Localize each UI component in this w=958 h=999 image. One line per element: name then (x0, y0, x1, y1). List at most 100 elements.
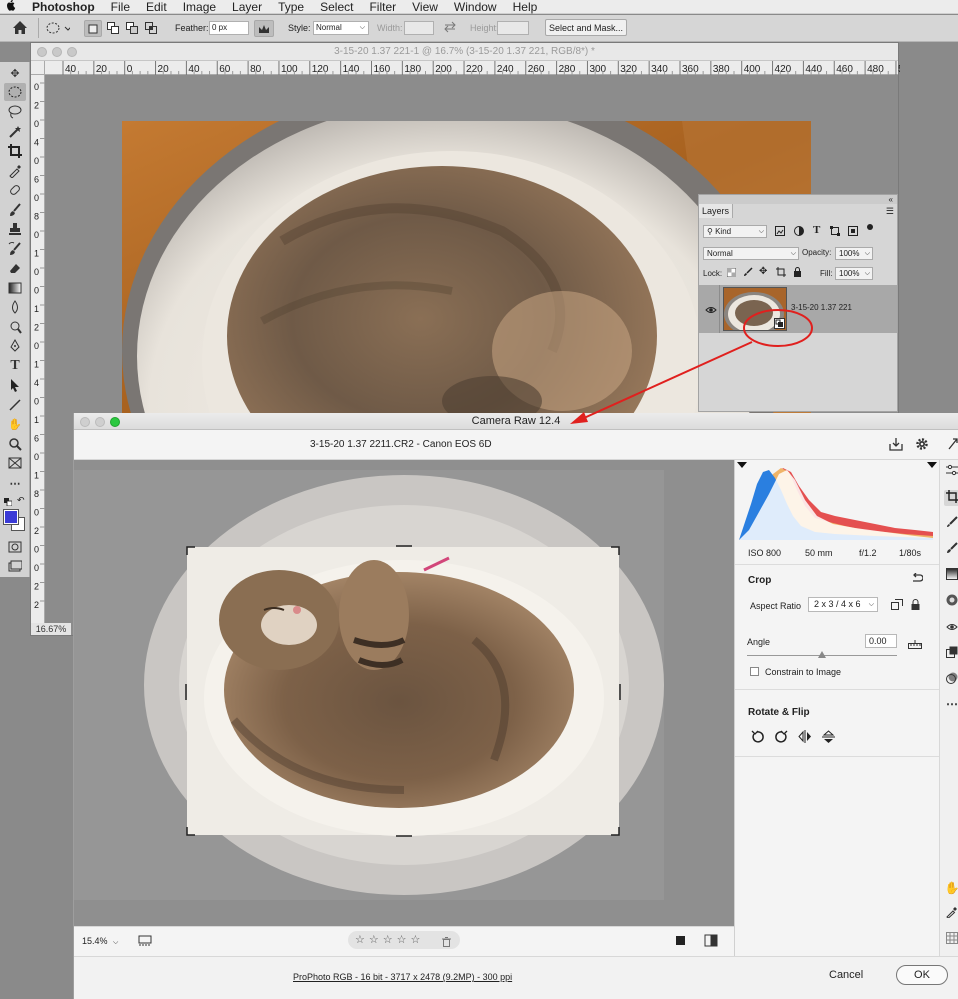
angle-input[interactable]: 0.00 (865, 634, 897, 648)
ruler-origin[interactable] (31, 61, 45, 75)
gradient-tool-icon[interactable] (4, 279, 26, 297)
collapse-panel-icon[interactable]: « (889, 195, 893, 204)
lock-icon[interactable] (911, 599, 920, 613)
add-selection-icon[interactable] (107, 22, 120, 37)
screen-mode-icon[interactable] (4, 557, 26, 575)
eyedropper-tool-icon[interactable] (4, 162, 26, 180)
ok-button[interactable]: OK (896, 965, 948, 985)
swap-dimensions-icon[interactable] (443, 21, 457, 35)
hand-tool-icon[interactable]: ✋ (944, 880, 958, 896)
zoom-tool-icon[interactable] (4, 435, 26, 453)
rotate-left-icon[interactable] (751, 730, 764, 746)
workflow-options-link[interactable]: ProPhoto RGB - 16 bit - 3717 x 2478 (9.2… (293, 972, 512, 982)
new-selection-button[interactable] (84, 20, 102, 37)
path-selection-tool-icon[interactable] (4, 376, 26, 394)
quick-mask-icon[interactable] (4, 538, 26, 556)
magic-wand-tool-icon[interactable] (4, 123, 26, 141)
lock-all-icon[interactable] (793, 267, 802, 280)
star-icon[interactable]: ☆ (383, 934, 397, 946)
swap-colors-icon[interactable]: ↶ (17, 495, 25, 506)
lock-transparent-icon[interactable] (726, 267, 737, 280)
save-image-icon[interactable] (889, 437, 903, 454)
menu-view[interactable]: View (404, 0, 446, 14)
grid-icon[interactable] (944, 932, 958, 948)
filter-adjustment-icon[interactable] (794, 226, 804, 239)
menu-file[interactable]: File (103, 0, 138, 14)
reset-crop-icon[interactable] (911, 572, 924, 586)
red-eye-icon[interactable] (944, 620, 958, 636)
radial-filter-icon[interactable] (944, 594, 958, 610)
default-colors-icon[interactable] (4, 497, 13, 507)
zoom-window-icon[interactable] (67, 47, 77, 57)
zoom-window-icon[interactable] (110, 417, 120, 427)
menu-layer[interactable]: Layer (224, 0, 270, 14)
presets-icon[interactable] (944, 672, 958, 688)
line-tool-icon[interactable] (4, 396, 26, 414)
rotate-right-icon[interactable] (775, 730, 788, 746)
close-icon[interactable] (80, 417, 90, 427)
graduated-filter-icon[interactable] (944, 568, 958, 584)
flip-vertical-icon[interactable] (822, 730, 835, 747)
cancel-button[interactable]: Cancel (829, 969, 863, 981)
crop-rotate-icon[interactable] (944, 490, 958, 506)
clone-stamp-tool-icon[interactable] (4, 220, 26, 238)
blur-tool-icon[interactable] (4, 298, 26, 316)
menu-photoshop[interactable]: Photoshop (22, 0, 103, 14)
flip-horizontal-icon[interactable] (798, 730, 812, 746)
lasso-tool-icon[interactable] (4, 103, 26, 121)
menu-select[interactable]: Select (312, 0, 361, 14)
spot-removal-icon[interactable] (944, 516, 958, 532)
layer-row[interactable]: 3-15-20 1.37 221 (699, 285, 897, 333)
subtract-selection-icon[interactable] (126, 22, 139, 37)
filter-pixel-icon[interactable] (775, 226, 785, 239)
straighten-tool-icon[interactable] (908, 640, 922, 653)
angle-slider[interactable] (747, 651, 897, 661)
star-icon[interactable]: ☆ (411, 934, 425, 946)
layer-thumbnail[interactable] (723, 287, 787, 331)
orientation-icon[interactable] (891, 599, 903, 613)
frame-tool-icon[interactable] (4, 454, 26, 472)
menu-help[interactable]: Help (505, 0, 546, 14)
camera-raw-preview[interactable] (74, 460, 734, 926)
snapshots-icon[interactable] (944, 646, 958, 662)
zoom-select[interactable]: 15.4% ⌵ (82, 936, 118, 947)
intersect-selection-icon[interactable] (145, 22, 158, 37)
elliptical-marquee-tool-icon[interactable] (4, 83, 26, 101)
select-and-mask-button[interactable]: Select and Mask... (545, 19, 627, 36)
anti-alias-toggle[interactable] (254, 20, 274, 37)
minimize-icon[interactable] (52, 47, 62, 57)
height-input[interactable] (497, 21, 529, 35)
width-input[interactable] (404, 21, 434, 35)
tab-layers[interactable]: Layers (699, 204, 733, 218)
eyedropper-icon[interactable] (944, 906, 958, 922)
healing-brush-tool-icon[interactable] (4, 181, 26, 199)
hand-tool-icon[interactable]: ✋ (4, 415, 26, 433)
edit-sliders-icon[interactable] (944, 464, 958, 480)
menu-window[interactable]: Window (446, 0, 505, 14)
style-select[interactable]: Normal ⌵ (313, 21, 369, 35)
angle-slider-thumb[interactable] (818, 651, 826, 658)
gear-icon[interactable] (915, 437, 929, 454)
eraser-tool-icon[interactable] (4, 259, 26, 277)
star-icon[interactable]: ☆ (369, 934, 383, 946)
pen-tool-icon[interactable] (4, 337, 26, 355)
lock-position-icon[interactable]: ✥ (759, 266, 767, 277)
constrain-checkbox[interactable] (750, 667, 759, 676)
menu-type[interactable]: Type (270, 0, 312, 14)
fill-input[interactable]: 100% ⌵ (835, 267, 873, 280)
filter-kind-select[interactable]: ⚲ Kind ⌵ (703, 225, 767, 238)
menu-image[interactable]: Image (175, 0, 224, 14)
zoom-level[interactable]: 16.67% (31, 623, 71, 635)
trash-icon[interactable] (442, 935, 451, 953)
opacity-input[interactable]: 100% ⌵ (835, 247, 873, 260)
before-after-icon[interactable] (676, 936, 685, 945)
crop-tool-icon[interactable] (4, 142, 26, 160)
apple-menu-icon[interactable] (0, 0, 22, 14)
history-brush-tool-icon[interactable] (4, 240, 26, 258)
lock-pixels-icon[interactable] (743, 267, 753, 280)
adjustment-brush-icon[interactable] (944, 542, 958, 558)
dodge-tool-icon[interactable] (4, 318, 26, 336)
more-tools-icon[interactable]: ⋯ (4, 474, 26, 492)
star-icon[interactable]: ☆ (355, 934, 369, 946)
filmstrip-icon[interactable] (138, 935, 152, 950)
